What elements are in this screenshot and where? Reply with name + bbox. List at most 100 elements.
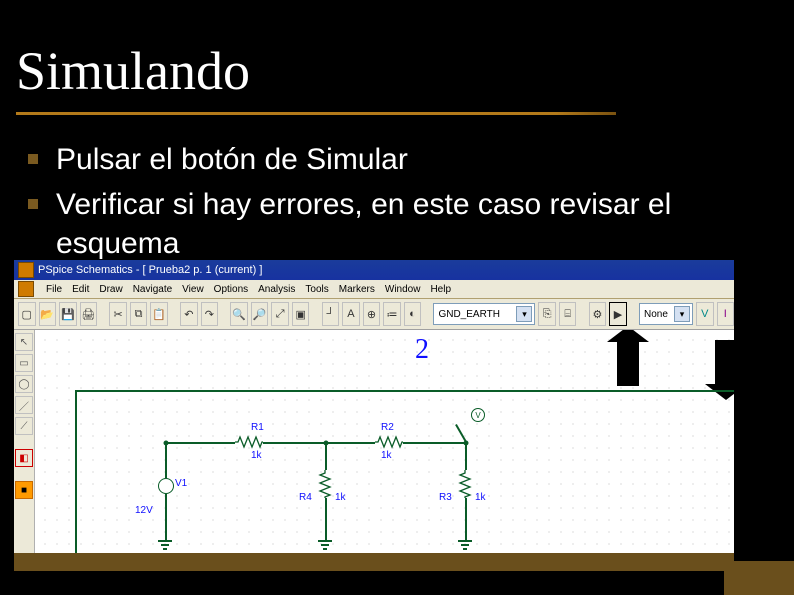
menu-tools[interactable]: Tools xyxy=(305,284,328,295)
library-button[interactable]: ⌸ xyxy=(559,302,577,326)
voltage-source[interactable] xyxy=(158,478,174,494)
app-screenshot: PSpice Schematics - [ Prueba2 p. 1 (curr… xyxy=(14,260,734,554)
app-icon xyxy=(18,262,34,278)
left-toolstrip: ↖ ▭ ◯ ／ ⟋ ◧ ■ xyxy=(14,330,35,556)
resistor-r4[interactable] xyxy=(320,470,330,498)
print-button[interactable]: 🖨 xyxy=(80,302,98,326)
resistor-r1[interactable] xyxy=(235,437,263,447)
circle-tool[interactable]: ◯ xyxy=(15,375,33,393)
schematic-canvas[interactable]: 2 V1 12V xyxy=(35,330,734,556)
menu-draw[interactable]: Draw xyxy=(99,284,122,295)
bullet-icon xyxy=(28,154,38,164)
wire xyxy=(165,530,167,540)
place-part-button[interactable]: ⎘ xyxy=(538,302,556,326)
dropdown-value: None xyxy=(644,309,668,320)
wire xyxy=(165,494,167,530)
undo-button[interactable]: ↶ xyxy=(180,302,198,326)
zoom-out-button[interactable]: 🔎 xyxy=(251,302,269,326)
menu-navigate[interactable]: Navigate xyxy=(133,284,172,295)
wire xyxy=(263,442,325,444)
separator xyxy=(630,302,636,326)
color-tool[interactable]: ■ xyxy=(15,481,33,499)
ground-icon xyxy=(318,540,332,550)
component-name: R2 xyxy=(381,422,394,433)
separator xyxy=(171,302,177,326)
draw-wire-button[interactable]: ┘ xyxy=(322,302,340,326)
separator xyxy=(424,302,430,326)
component-name: V1 xyxy=(175,478,187,489)
redo-button[interactable]: ↷ xyxy=(201,302,219,326)
bullet-list: Pulsar el botón de Simular Verificar si … xyxy=(28,140,768,269)
menu-edit[interactable]: Edit xyxy=(72,284,89,295)
wire xyxy=(465,530,467,540)
rect-tool[interactable]: ▭ xyxy=(15,354,33,372)
marker-tool[interactable]: ◧ xyxy=(15,449,33,467)
workspace: ↖ ▭ ◯ ／ ⟋ ◧ ■ 2 xyxy=(14,330,734,556)
attr-button[interactable]: ≔ xyxy=(383,302,401,326)
draw-text-button[interactable]: A xyxy=(342,302,360,326)
part-name-dropdown[interactable]: GND_EARTH xyxy=(433,303,535,325)
zoom-fit-button[interactable]: ▣ xyxy=(292,302,310,326)
v-marker-button[interactable]: V xyxy=(696,302,714,326)
setup-button[interactable]: ⚙ xyxy=(589,302,607,326)
menu-help[interactable]: Help xyxy=(430,284,451,295)
resistor-r2[interactable] xyxy=(375,437,403,447)
zoom-area-button[interactable]: ⤢ xyxy=(271,302,289,326)
paste-button[interactable]: 📋 xyxy=(150,302,168,326)
slide-corner-block xyxy=(724,561,794,595)
save-button[interactable]: 💾 xyxy=(59,302,77,326)
bullet-text: Verificar si hay errores, en este caso r… xyxy=(56,185,768,263)
slide-footer-bar xyxy=(14,553,734,571)
wire xyxy=(325,442,327,470)
open-button[interactable]: 📂 xyxy=(39,302,57,326)
component-value: 1k xyxy=(381,450,392,461)
poly-tool[interactable]: ⟋ xyxy=(15,417,33,435)
separator xyxy=(221,302,227,326)
wire xyxy=(325,530,327,540)
voltage-probe-icon[interactable]: V xyxy=(471,408,485,422)
select-tool[interactable]: ↖ xyxy=(15,333,33,351)
wire xyxy=(465,498,467,530)
toolbar: ▢ 📂 💾 🖨 ✂ ⧉ 📋 ↶ ↷ 🔍 🔎 ⤢ ▣ ┘ A ⊕ ≔ ◐ GND_… xyxy=(14,299,734,330)
component-value: 1k xyxy=(251,450,262,461)
wire xyxy=(325,442,375,444)
window-titlebar[interactable]: PSpice Schematics - [ Prueba2 p. 1 (curr… xyxy=(14,260,734,280)
copy-button[interactable]: ⧉ xyxy=(130,302,148,326)
zoom-in-button[interactable]: 🔍 xyxy=(230,302,248,326)
doc-icon xyxy=(18,281,34,297)
menu-view[interactable]: View xyxy=(182,284,204,295)
wire xyxy=(465,442,467,470)
menu-window[interactable]: Window xyxy=(385,284,421,295)
list-item: Pulsar el botón de Simular xyxy=(28,140,768,179)
menu-markers[interactable]: Markers xyxy=(339,284,375,295)
window-title: PSpice Schematics - [ Prueba2 p. 1 (curr… xyxy=(38,264,262,276)
arrow-down-icon xyxy=(715,340,734,386)
cut-button[interactable]: ✂ xyxy=(109,302,127,326)
part-button[interactable]: ⊕ xyxy=(363,302,381,326)
resistor-r3[interactable] xyxy=(460,470,470,498)
line-tool[interactable]: ／ xyxy=(15,396,33,414)
component-name: R4 xyxy=(299,492,312,503)
component-value: 12V xyxy=(135,505,153,516)
ground-icon xyxy=(158,540,172,550)
new-button[interactable]: ▢ xyxy=(18,302,36,326)
bullet-icon xyxy=(28,199,38,209)
menu-analysis[interactable]: Analysis xyxy=(258,284,295,295)
canvas-marker-2: 2 xyxy=(415,334,429,366)
bullet-text: Pulsar el botón de Simular xyxy=(56,140,768,179)
component-value: 1k xyxy=(335,492,346,503)
simulate-button[interactable]: ▶ xyxy=(609,302,627,326)
marker-dropdown[interactable]: None xyxy=(639,303,693,325)
i-marker-button[interactable]: I xyxy=(717,302,735,326)
schematic-border xyxy=(75,390,77,556)
separator xyxy=(312,302,318,326)
menu-options[interactable]: Options xyxy=(214,284,248,295)
probe-label: V xyxy=(475,411,480,420)
separator xyxy=(100,302,106,326)
sym-button[interactable]: ◐ xyxy=(404,302,422,326)
menu-file[interactable]: File xyxy=(46,284,62,295)
wire xyxy=(325,498,327,530)
dropdown-value: GND_EARTH xyxy=(438,309,500,320)
separator xyxy=(579,302,585,326)
list-item: Verificar si hay errores, en este caso r… xyxy=(28,185,768,263)
